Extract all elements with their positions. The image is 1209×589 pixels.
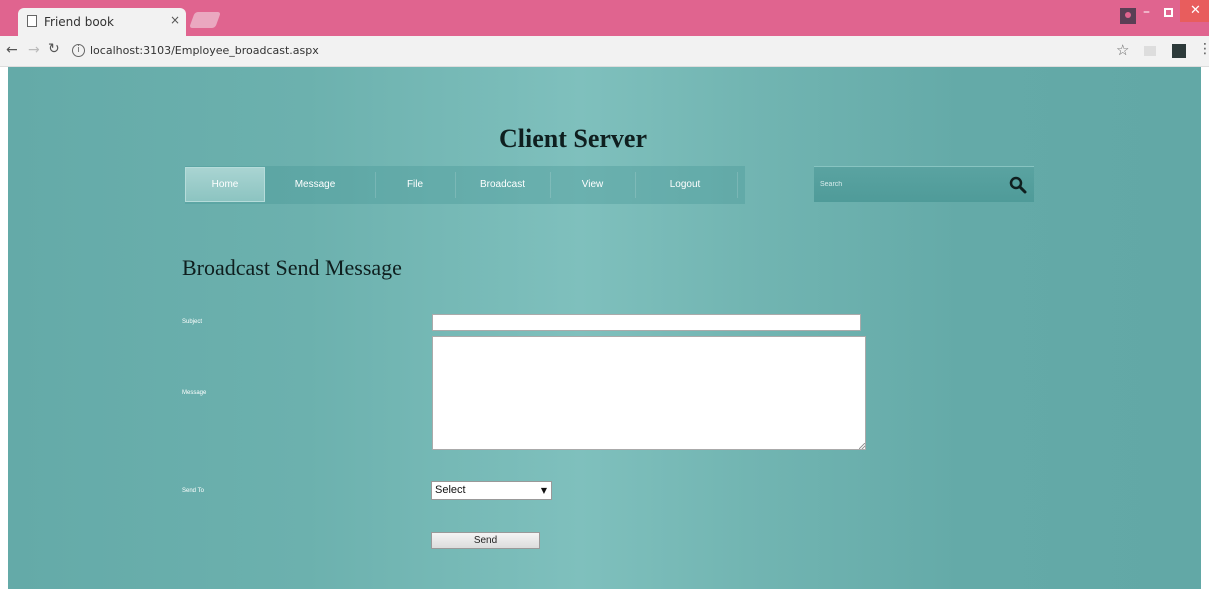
message-field[interactable] xyxy=(432,336,866,450)
back-arrow-icon[interactable]: ← xyxy=(6,42,18,58)
textarea-resize-handle[interactable] xyxy=(859,443,865,449)
maximize-icon[interactable] xyxy=(1164,8,1173,17)
close-icon: ✕ xyxy=(1190,3,1201,18)
new-tab-button[interactable] xyxy=(189,12,221,28)
bookmark-star-icon[interactable]: ☆ xyxy=(1116,41,1129,59)
message-label: Message xyxy=(182,390,207,396)
nav-home[interactable]: Home xyxy=(185,167,265,202)
minimize-icon[interactable]: – xyxy=(1143,4,1150,20)
send-to-selected-value: Select xyxy=(435,484,466,496)
tab-close-icon[interactable]: × xyxy=(170,13,180,27)
forward-arrow-icon[interactable]: → xyxy=(28,42,40,58)
extension-icon[interactable] xyxy=(1172,44,1186,58)
tab-title: Friend book xyxy=(44,15,114,29)
site-title: Client Server xyxy=(498,124,647,153)
search-box xyxy=(814,166,1034,202)
browser-title-bar: Friend book × – ✕ xyxy=(0,0,1209,36)
nav-view[interactable]: View xyxy=(550,166,635,204)
browser-toolbar: ← → ↻ i localhost:3103/Employee_broadcas… xyxy=(0,36,1209,67)
page-content: Client Server Home Message File Broadcas… xyxy=(8,67,1201,589)
nav-file[interactable]: File xyxy=(375,166,455,204)
page-icon xyxy=(27,15,37,27)
user-profile-icon[interactable] xyxy=(1120,8,1136,24)
main-navigation: Home Message File Broadcast View Logout xyxy=(185,166,745,204)
search-input[interactable] xyxy=(820,176,990,192)
reload-icon[interactable]: ↻ xyxy=(48,41,60,57)
site-info-icon[interactable]: i xyxy=(72,44,85,57)
address-bar[interactable]: localhost:3103/Employee_broadcast.aspx xyxy=(90,44,319,57)
dropdown-arrow-icon: ▼ xyxy=(540,486,547,495)
nav-logout[interactable]: Logout xyxy=(635,166,735,204)
send-to-select[interactable]: Select ▼ xyxy=(431,481,552,500)
browser-menu-icon[interactable]: ⋮ xyxy=(1198,41,1209,57)
search-icon[interactable] xyxy=(1008,175,1028,195)
send-to-label: Send To xyxy=(182,488,204,494)
extension-icon[interactable] xyxy=(1144,46,1156,56)
subject-field[interactable] xyxy=(432,314,861,331)
nav-divider xyxy=(737,172,738,198)
page-heading: Broadcast Send Message xyxy=(182,255,402,280)
nav-broadcast[interactable]: Broadcast xyxy=(455,166,550,204)
close-window-button[interactable]: ✕ xyxy=(1180,0,1209,22)
send-button[interactable]: Send xyxy=(431,532,540,549)
subject-label: Subject xyxy=(182,319,203,325)
browser-tab[interactable]: Friend book × xyxy=(18,8,186,36)
nav-message[interactable]: Message xyxy=(265,166,365,204)
